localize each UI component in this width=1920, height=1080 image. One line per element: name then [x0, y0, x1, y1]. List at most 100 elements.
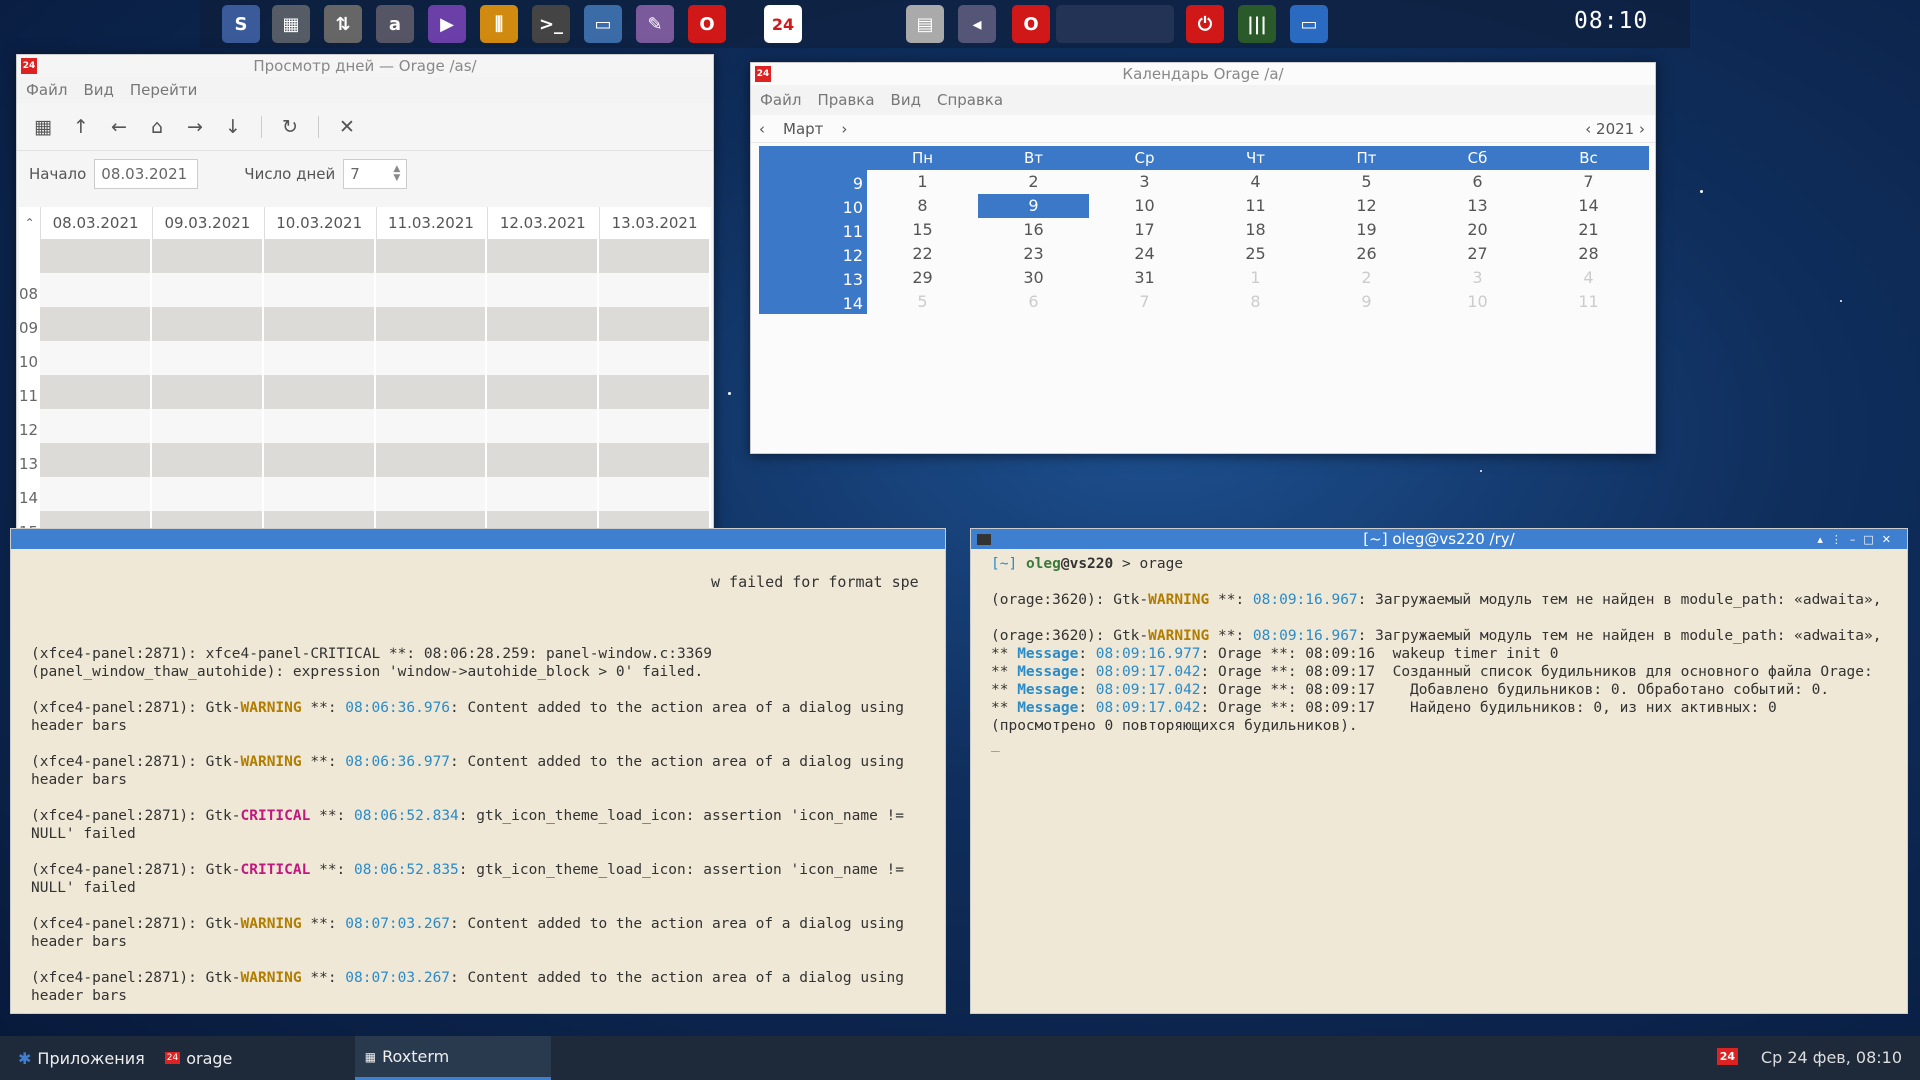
hour-cell[interactable]	[599, 477, 709, 511]
hour-cell[interactable]	[151, 375, 262, 409]
day-cell[interactable]: 6	[1422, 170, 1533, 194]
menu-help[interactable]: Справка	[937, 91, 1003, 109]
day-cell[interactable]: 12	[1311, 194, 1422, 218]
terminal-left-titlebar[interactable]	[11, 529, 945, 549]
hour-cell[interactable]	[487, 409, 598, 443]
next-month-icon[interactable]: ›	[841, 120, 847, 138]
workspace-pager-icon[interactable]	[1056, 5, 1174, 43]
day-cell[interactable]: 9	[1311, 290, 1422, 314]
terminal-icon[interactable]: >_	[532, 5, 570, 43]
day-cell[interactable]: 29	[867, 266, 978, 290]
day-cell[interactable]: 13	[1422, 194, 1533, 218]
media-player-icon[interactable]: ▶	[428, 5, 466, 43]
task-roxterm[interactable]: ▦ Roxterm	[354, 1036, 551, 1080]
power-icon[interactable]: ⏻	[1186, 5, 1224, 43]
day-column-header[interactable]: 11.03.2021	[375, 207, 486, 239]
arrow-up-icon[interactable]: ↑	[71, 116, 91, 138]
hour-cell[interactable]	[375, 375, 486, 409]
hour-cell[interactable]	[263, 307, 374, 341]
window-controls[interactable]: ▴⋮–□✕	[1817, 533, 1899, 546]
days-spinner[interactable]: 7 ▲ ▼	[343, 159, 408, 189]
day-cell[interactable]: 6	[978, 290, 1089, 314]
task-orage[interactable]: 24 orage	[155, 1036, 355, 1080]
hour-cell[interactable]	[40, 409, 150, 443]
hour-cell[interactable]	[151, 409, 262, 443]
hour-cell[interactable]	[375, 239, 486, 273]
refresh-icon[interactable]: ↻	[280, 116, 300, 138]
hour-cell[interactable]	[263, 341, 374, 375]
panel-datetime[interactable]: Ср 24 фев, 08:10	[1761, 1048, 1902, 1067]
menu-view[interactable]: Вид	[891, 91, 921, 109]
menu-file[interactable]: Файл	[760, 91, 801, 109]
day-cell[interactable]: 4	[1533, 266, 1644, 290]
hour-cell[interactable]	[375, 409, 486, 443]
day-cell[interactable]: 31	[1089, 266, 1200, 290]
day-cell[interactable]: 3	[1089, 170, 1200, 194]
hour-cell[interactable]	[375, 273, 486, 307]
orage-tray-icon[interactable]: 24	[1716, 1048, 1738, 1065]
start-date-field[interactable]: 08.03.2021	[94, 159, 199, 189]
day-cell[interactable]: 11	[1533, 290, 1644, 314]
hour-cell[interactable]	[599, 239, 709, 273]
hour-cell[interactable]	[263, 375, 374, 409]
hour-cell[interactable]	[487, 273, 598, 307]
arrow-right-icon[interactable]: →	[185, 116, 205, 138]
hour-cell[interactable]	[375, 307, 486, 341]
file-transfer-icon[interactable]: ⇅	[324, 5, 362, 43]
day-cell[interactable]: 22	[867, 242, 978, 266]
audio-mixer-icon[interactable]: ⫼	[480, 5, 518, 43]
hour-cell[interactable]	[151, 341, 262, 375]
menu-edit[interactable]: Правка	[817, 91, 874, 109]
hour-cell[interactable]	[40, 307, 150, 341]
window-icon[interactable]: ▭	[584, 5, 622, 43]
day-cell[interactable]: 1	[1200, 266, 1311, 290]
day-cell[interactable]: 26	[1311, 242, 1422, 266]
day-cell[interactable]: 11	[1200, 194, 1311, 218]
day-cell[interactable]: 4	[1200, 170, 1311, 194]
hour-cell[interactable]	[263, 239, 374, 273]
day-cell[interactable]: 2	[1311, 266, 1422, 290]
hour-cell[interactable]	[263, 477, 374, 511]
hour-cell[interactable]	[487, 375, 598, 409]
day-column-header[interactable]: 13.03.2021	[599, 207, 709, 239]
day-cell[interactable]: 5	[867, 290, 978, 314]
calendar-icon[interactable]: 24	[764, 5, 802, 43]
opera-icon-2[interactable]: O	[1012, 5, 1050, 43]
day-cell[interactable]: 23	[978, 242, 1089, 266]
hour-cell[interactable]	[40, 375, 150, 409]
terminal-right-titlebar[interactable]: [~] oleg@vs220 /ry/ ▴⋮–□✕	[971, 529, 1907, 549]
hour-cell[interactable]	[599, 409, 709, 443]
day-cell[interactable]: 16	[978, 218, 1089, 242]
hour-cell[interactable]	[151, 273, 262, 307]
menu-view[interactable]: Вид	[83, 81, 113, 99]
day-cell[interactable]: 30	[978, 266, 1089, 290]
hour-cell[interactable]	[487, 341, 598, 375]
day-cell[interactable]: 20	[1422, 218, 1533, 242]
calculator-icon[interactable]: ▦	[272, 5, 310, 43]
day-cell[interactable]: 24	[1089, 242, 1200, 266]
hour-cell[interactable]	[40, 273, 150, 307]
terminal-right[interactable]: [~] oleg@vs220 /ry/ ▴⋮–□✕ [~] oleg@vs220…	[970, 528, 1908, 1014]
day-column-header[interactable]: 10.03.2021	[263, 207, 374, 239]
opera-icon[interactable]: O	[688, 5, 726, 43]
system-monitor-icon[interactable]: |||	[1238, 5, 1276, 43]
day-column-header[interactable]: 08.03.2021	[40, 207, 150, 239]
paint-icon[interactable]: ✎	[636, 5, 674, 43]
hour-cell[interactable]	[599, 307, 709, 341]
applications-menu[interactable]: ✱ Приложения	[0, 1036, 155, 1080]
hour-cell[interactable]	[599, 341, 709, 375]
home-icon[interactable]: ⌂	[147, 116, 167, 138]
hour-cell[interactable]	[375, 341, 486, 375]
day-cell[interactable]: 7	[1089, 290, 1200, 314]
hour-cell[interactable]	[599, 443, 709, 477]
hour-cell[interactable]	[375, 477, 486, 511]
hour-cell[interactable]	[151, 307, 262, 341]
spinner-arrows-icon[interactable]: ▲ ▼	[393, 165, 400, 183]
close-icon[interactable]: ✕	[337, 116, 357, 138]
next-year-icon[interactable]: ›	[1639, 120, 1645, 138]
a-letter-icon[interactable]: a	[376, 5, 414, 43]
menu-go[interactable]: Перейти	[130, 81, 198, 99]
hour-cell[interactable]	[487, 239, 598, 273]
hour-cell[interactable]	[263, 273, 374, 307]
hour-cell[interactable]	[263, 409, 374, 443]
